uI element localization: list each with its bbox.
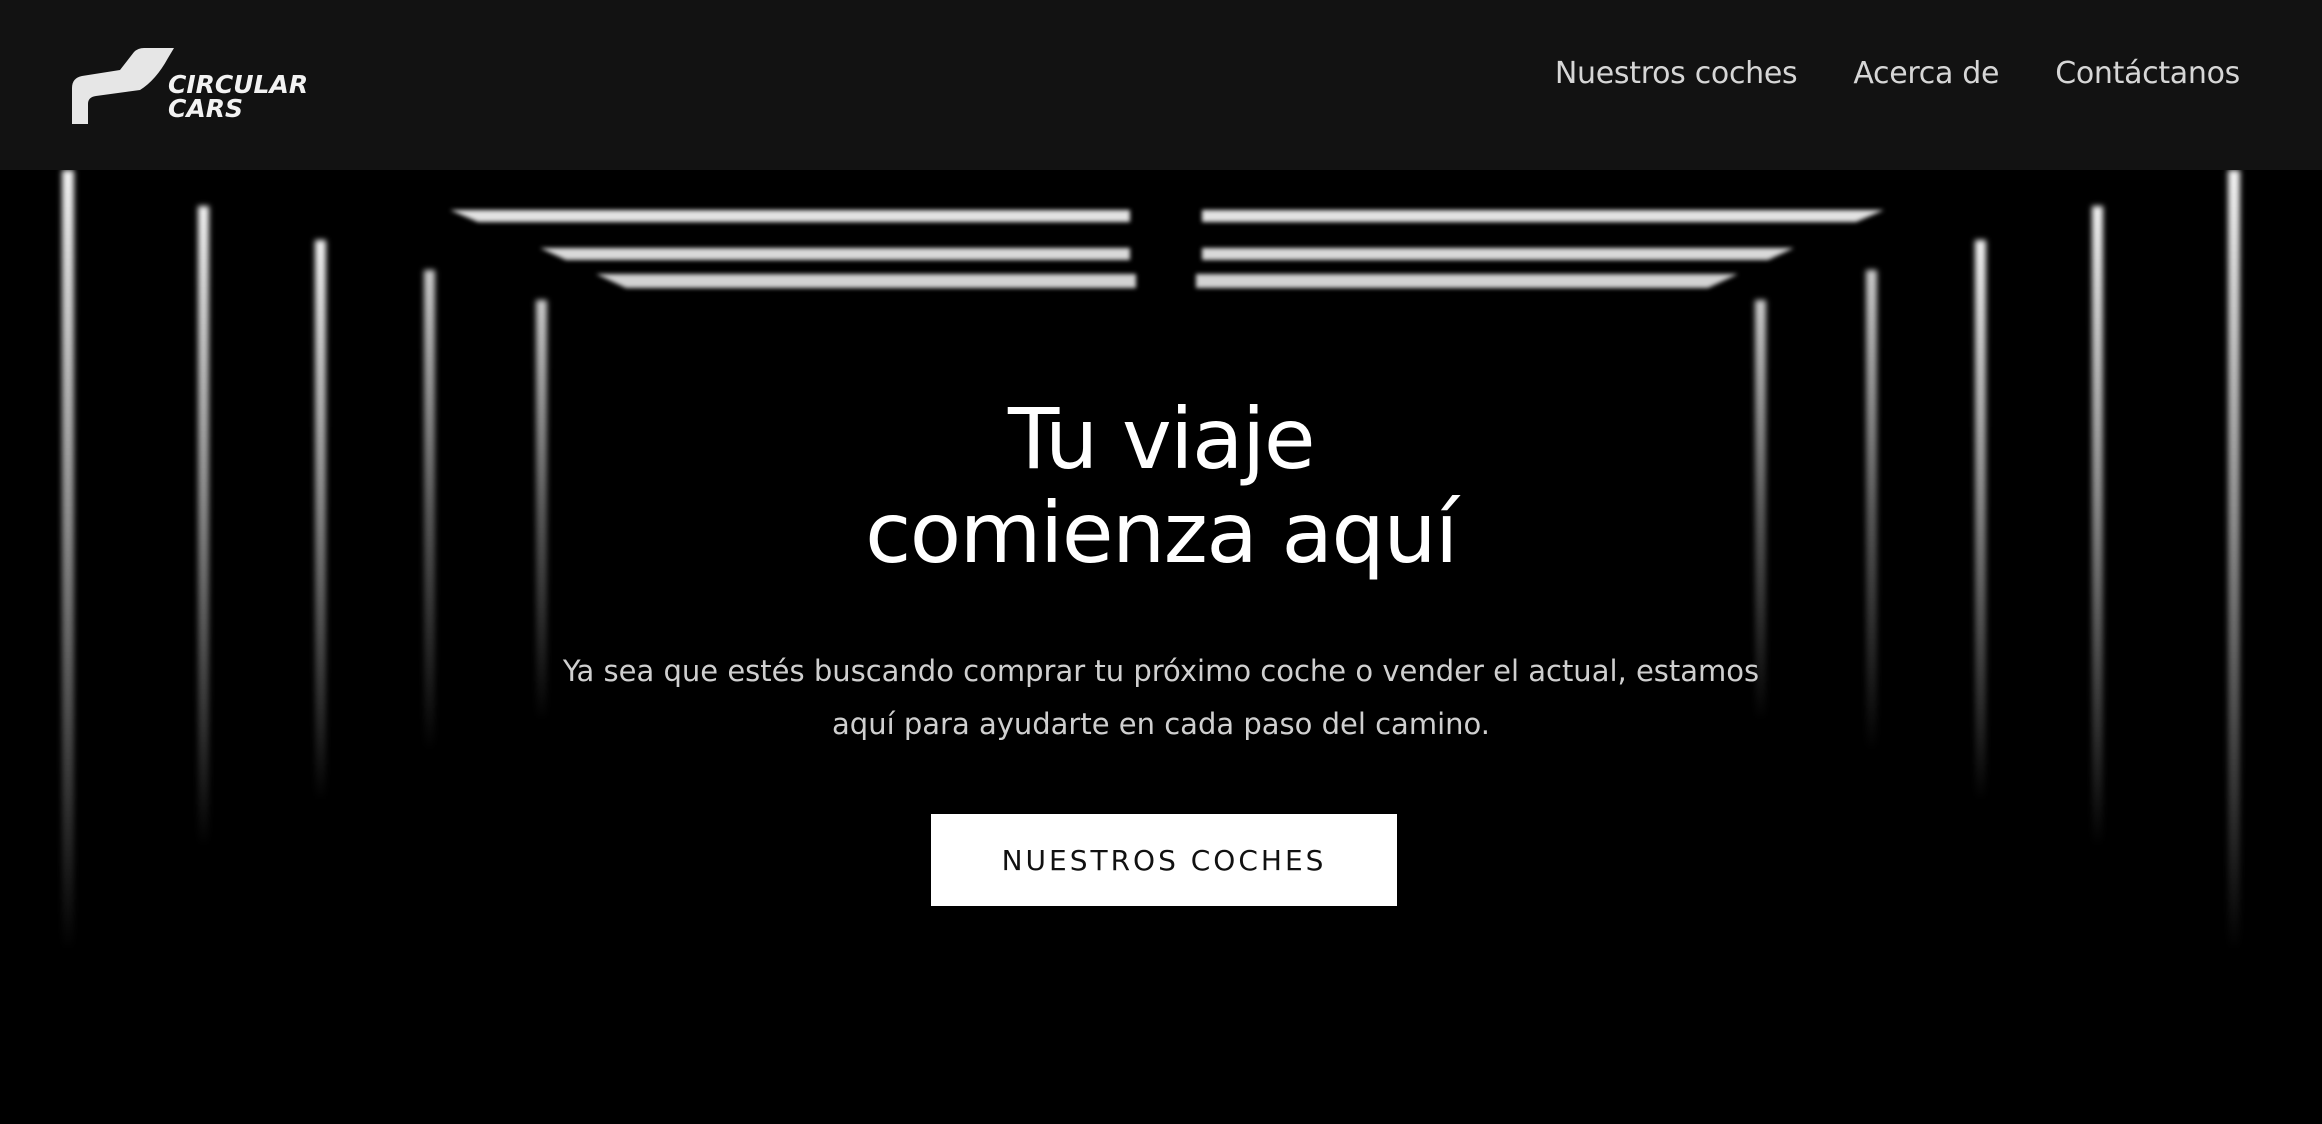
car-seat-logo-icon bbox=[72, 48, 174, 124]
brand-logo[interactable]: CIRCULAR CARS bbox=[68, 46, 318, 126]
hero-subtitle-line-1: Ya sea que estés buscando comprar tu pró… bbox=[562, 654, 1760, 688]
brand-wordmark: CIRCULAR CARS bbox=[168, 72, 308, 123]
hero-subtitle: Ya sea que estés buscando comprar tu pró… bbox=[511, 645, 1811, 751]
nav-link-acerca-de[interactable]: Acerca de bbox=[1853, 56, 1999, 91]
main-nav: Nuestros coches Acerca de Contáctanos bbox=[1555, 56, 2240, 91]
hero-subtitle-line-2: aquí para ayudarte en cada paso del cami… bbox=[832, 707, 1490, 741]
brand-line-2: CARS bbox=[168, 94, 243, 123]
hero-title-line-2: comienza aquí bbox=[865, 484, 1458, 582]
nuestros-coches-cta-button[interactable]: NUESTROS COCHES bbox=[931, 814, 1397, 906]
nav-link-nuestros-coches[interactable]: Nuestros coches bbox=[1555, 56, 1798, 91]
hero-title-line-1: Tu viaje bbox=[1007, 390, 1316, 488]
nav-link-contactanos[interactable]: Contáctanos bbox=[2055, 56, 2240, 91]
page: CIRCULAR CARS Nuestros coches Acerca de … bbox=[0, 0, 2322, 1124]
site-header: CIRCULAR CARS Nuestros coches Acerca de … bbox=[0, 0, 2322, 170]
hero-title: Tu viaje comienza aquí bbox=[0, 392, 2322, 580]
